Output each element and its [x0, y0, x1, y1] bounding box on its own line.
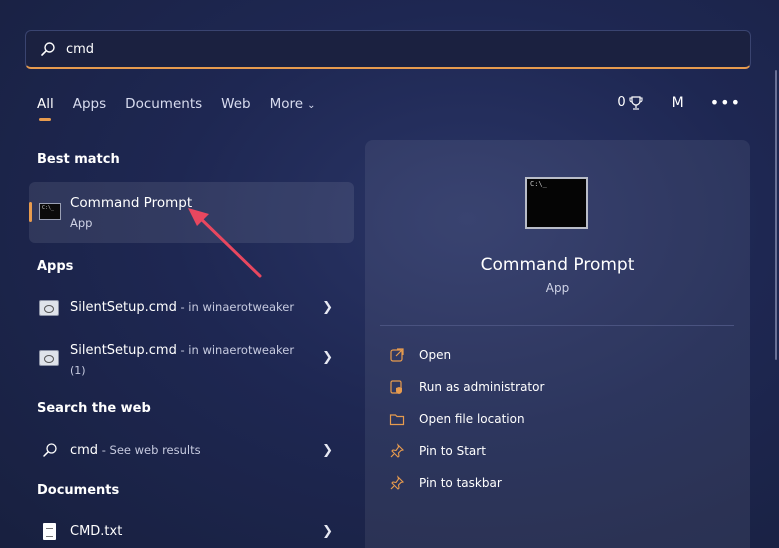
tab-web[interactable]: Web	[221, 96, 250, 112]
app-result-label: SilentSetup.cmd - in winaerotweaker	[70, 343, 294, 358]
trophy-icon	[629, 95, 643, 110]
chevron-right-icon[interactable]: ❯	[322, 524, 333, 539]
command-prompt-icon: C:\_	[39, 203, 61, 220]
web-suffix: - See web results	[98, 443, 201, 457]
web-search-result[interactable]: cmd - See web results ❯	[37, 441, 347, 463]
command-prompt-icon: C:\_	[525, 177, 588, 229]
app-result-label: SilentSetup.cmd - in winaerotweaker	[70, 300, 294, 315]
filter-tabs: All Apps Documents Web More ⌄	[37, 96, 334, 121]
documents-heading: Documents	[37, 483, 120, 498]
more-options-icon[interactable]: •••	[710, 93, 741, 112]
points-count: 0	[617, 95, 626, 110]
pin-to-taskbar-label: Pin to taskbar	[419, 476, 502, 490]
apps-heading: Apps	[37, 259, 74, 274]
chevron-right-icon[interactable]: ❯	[322, 300, 333, 315]
folder-icon	[389, 414, 405, 426]
panel-subtitle: App	[545, 281, 570, 295]
pin-to-start-label: Pin to Start	[419, 444, 486, 458]
open-file-location-label: Open file location	[419, 412, 525, 426]
rewards-points[interactable]: 0	[617, 95, 643, 111]
cmd-file-icon	[39, 350, 59, 366]
avatar[interactable]: M	[672, 95, 684, 111]
scrollbar[interactable]	[775, 70, 777, 360]
divider	[380, 325, 734, 326]
cmd-file-icon	[39, 300, 59, 316]
best-match-heading: Best match	[37, 152, 120, 167]
tab-all[interactable]: All	[37, 96, 54, 121]
tab-more[interactable]: More ⌄	[270, 96, 316, 112]
web-result-label: cmd - See web results	[70, 443, 201, 458]
app-result-location: - in winaerotweaker	[176, 300, 295, 314]
tab-more-label: More	[269, 96, 304, 112]
app-result-location: - in winaerotweaker	[176, 343, 295, 357]
chevron-right-icon[interactable]: ❯	[322, 443, 333, 458]
chevron-right-icon[interactable]: ❯	[322, 350, 333, 365]
details-panel: C:\_ Command Prompt App Open Run as admi…	[365, 140, 750, 548]
app-result-name: SilentSetup.cmd	[70, 343, 177, 358]
app-result-extra: (1)	[70, 364, 86, 377]
search-icon	[41, 42, 55, 56]
header-actions: 0 M •••	[617, 93, 741, 112]
search-input[interactable]: cmd	[66, 42, 94, 57]
list-item[interactable]: CMD.txt ❯	[37, 522, 347, 544]
web-query: cmd	[70, 443, 99, 458]
open-file-location-action[interactable]: Open file location	[389, 411, 525, 427]
text-file-icon	[43, 523, 56, 540]
pin-icon	[390, 475, 405, 490]
pin-icon	[390, 443, 405, 458]
run-as-admin-label: Run as administrator	[419, 380, 545, 394]
run-as-admin-action[interactable]: Run as administrator	[389, 379, 544, 395]
pin-to-taskbar-action[interactable]: Pin to taskbar	[389, 475, 502, 491]
app-result-name: SilentSetup.cmd	[70, 300, 177, 315]
document-name: CMD.txt	[70, 524, 123, 539]
search-box[interactable]: cmd	[25, 30, 751, 69]
search-web-heading: Search the web	[37, 401, 151, 416]
best-match-subtitle: App	[70, 216, 93, 230]
tab-apps[interactable]: Apps	[73, 96, 106, 112]
panel-title: Command Prompt	[480, 255, 635, 275]
shield-icon	[390, 380, 402, 394]
open-label: Open	[419, 348, 452, 362]
search-icon	[43, 443, 57, 457]
chevron-down-icon: ⌄	[307, 100, 316, 111]
list-item[interactable]: SilentSetup.cmd - in winaerotweaker ❯	[37, 298, 347, 320]
best-match-result[interactable]: C:\_ Command Prompt App	[29, 182, 354, 243]
open-icon	[390, 348, 404, 362]
open-action[interactable]: Open	[389, 347, 451, 363]
tab-documents[interactable]: Documents	[125, 96, 202, 112]
list-item[interactable]: SilentSetup.cmd - in winaerotweaker (1) …	[37, 340, 347, 380]
pin-to-start-action[interactable]: Pin to Start	[389, 443, 486, 459]
best-match-title: Command Prompt	[70, 195, 193, 211]
